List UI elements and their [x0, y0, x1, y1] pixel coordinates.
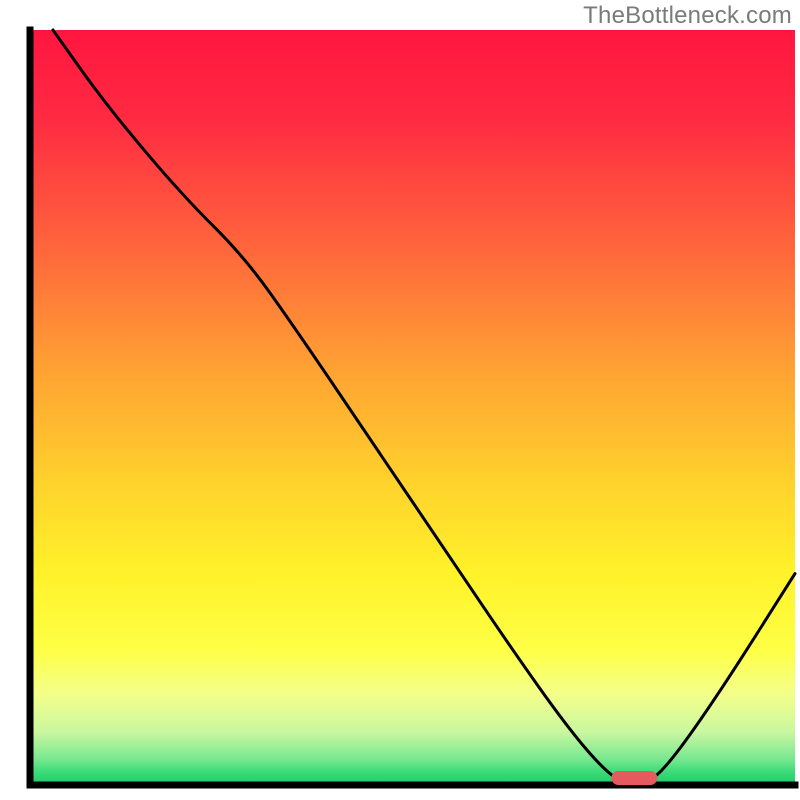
watermark-text: TheBottleneck.com — [583, 2, 792, 30]
plot-area — [30, 30, 795, 785]
gradient-background — [30, 30, 795, 785]
chart-container: TheBottleneck.com — [0, 0, 800, 800]
bottleneck-chart — [0, 0, 800, 800]
optimal-range-marker — [611, 771, 657, 785]
